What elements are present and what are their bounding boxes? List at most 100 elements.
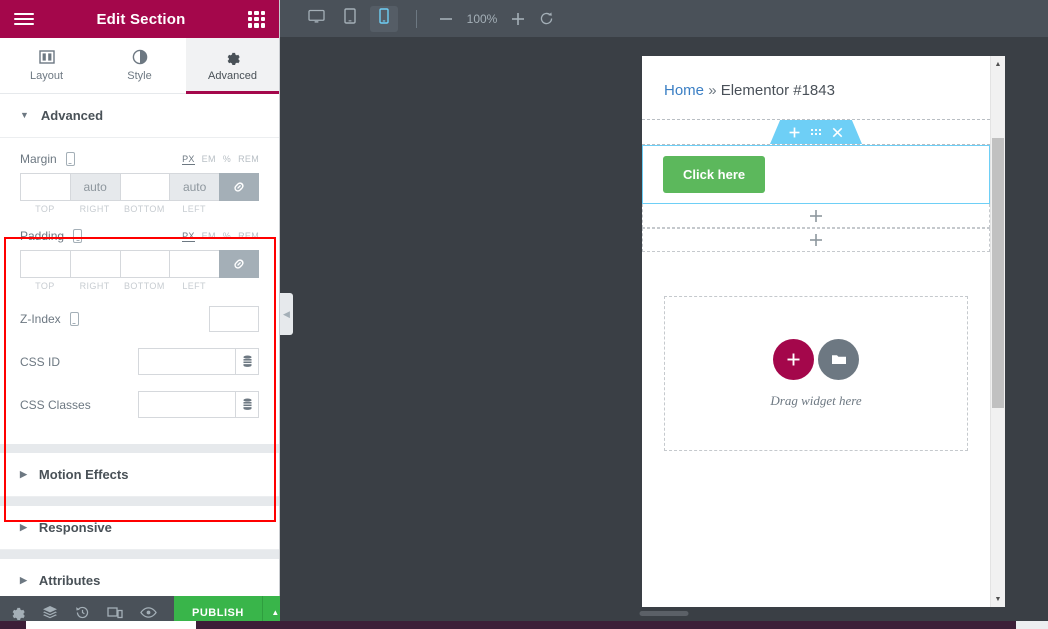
padding-link-icon[interactable]: [219, 250, 259, 278]
selected-section[interactable]: Click here: [642, 145, 990, 204]
drop-zone[interactable]: Drag widget here: [664, 296, 968, 451]
button-widget[interactable]: Click here: [663, 156, 765, 193]
scroll-up-arrow-icon[interactable]: ▲: [991, 56, 1005, 72]
responsive-mode-icon[interactable]: [107, 606, 123, 620]
padding-side-labels: TOP RIGHT BOTTOM LEFT: [20, 281, 259, 291]
padding-right-input[interactable]: [70, 250, 120, 278]
tab-advanced[interactable]: Advanced: [186, 38, 279, 93]
elementor-editor: Edit Section Layout: [0, 0, 1048, 629]
device-tablet-button[interactable]: [336, 6, 364, 32]
hamburger-menu-icon[interactable]: [14, 13, 34, 25]
z-index-input[interactable]: [209, 306, 259, 332]
unit-px[interactable]: PX: [182, 154, 195, 165]
add-section-strip-2[interactable]: [642, 228, 990, 252]
tab-style-label: Style: [127, 70, 151, 82]
control-z-index-label: Z-Index: [20, 312, 61, 326]
scrollbar-track[interactable]: [991, 72, 1005, 591]
margin-unit-switcher: PX EM % REM: [182, 154, 259, 165]
horizontal-scrollbar[interactable]: [640, 611, 689, 616]
margin-link-icon[interactable]: [219, 173, 259, 201]
margin-left-input[interactable]: [169, 173, 219, 201]
padding-left-input[interactable]: [169, 250, 219, 278]
plus-circle-icon[interactable]: [773, 339, 814, 380]
device-desktop-button[interactable]: [302, 6, 330, 32]
page-scrollbar[interactable]: ▲ ▼: [990, 56, 1005, 607]
section-attributes-label: Attributes: [39, 573, 100, 588]
preview-area: 100% Home » Elem: [280, 0, 1048, 629]
control-padding-label: Padding: [20, 229, 64, 243]
section-attributes[interactable]: ▶ Attributes: [0, 559, 279, 596]
padding-bottom-input[interactable]: [120, 250, 170, 278]
database-icon[interactable]: [235, 391, 259, 418]
padding-unit-switcher: PX EM % REM: [182, 231, 259, 242]
label-bottom: BOTTOM: [120, 204, 170, 214]
toolbar-divider: [416, 10, 417, 28]
zoom-out-button[interactable]: [435, 8, 457, 30]
margin-top-input[interactable]: [20, 173, 70, 201]
settings-gear-icon[interactable]: [10, 605, 25, 620]
grid-apps-icon[interactable]: [248, 11, 265, 28]
tab-layout[interactable]: Layout: [0, 38, 93, 93]
control-margin-label: Margin: [20, 152, 57, 166]
unit-percent[interactable]: %: [223, 231, 231, 241]
unit-rem[interactable]: REM: [238, 154, 259, 164]
margin-side-labels: TOP RIGHT BOTTOM LEFT: [20, 204, 259, 214]
section-container: Click here: [642, 119, 990, 252]
label-bottom: BOTTOM: [120, 281, 170, 291]
zoom-level-value: 100%: [463, 12, 501, 26]
section-responsive[interactable]: ▶ Responsive: [0, 506, 279, 550]
os-taskbar-strip: [0, 621, 1048, 629]
zoom-reset-button[interactable]: [535, 8, 557, 30]
section-divider: [0, 444, 279, 453]
section-motion-effects[interactable]: ▶ Motion Effects: [0, 453, 279, 497]
panel-title: Edit Section: [34, 11, 248, 28]
unit-em[interactable]: EM: [202, 154, 216, 164]
close-x-icon[interactable]: [832, 127, 843, 138]
unit-percent[interactable]: %: [223, 154, 231, 164]
navigator-layers-icon[interactable]: [42, 605, 58, 620]
css-classes-input[interactable]: [138, 391, 235, 418]
mobile-icon[interactable]: [73, 229, 82, 243]
chevron-left-icon: ◀: [283, 309, 290, 320]
history-icon[interactable]: [75, 605, 90, 620]
control-margin: Margin PX EM % REM: [20, 152, 259, 214]
folder-circle-icon[interactable]: [818, 339, 859, 380]
padding-top-input[interactable]: [20, 250, 70, 278]
label-right: RIGHT: [70, 204, 120, 214]
drop-zone-label: Drag widget here: [770, 393, 861, 409]
preview-toolbar: 100%: [280, 0, 1048, 38]
database-icon[interactable]: [235, 348, 259, 375]
tab-style[interactable]: Style: [93, 38, 186, 93]
zoom-in-button[interactable]: [507, 8, 529, 30]
add-section-strip-1[interactable]: [642, 204, 990, 228]
scroll-down-arrow-icon[interactable]: ▼: [991, 591, 1005, 607]
margin-right-input[interactable]: [70, 173, 120, 201]
section-divider: [0, 497, 279, 506]
section-advanced[interactable]: ▼ Advanced: [0, 94, 279, 138]
section-advanced-label: Advanced: [41, 108, 103, 123]
scrollbar-thumb[interactable]: [992, 138, 1004, 408]
mobile-icon[interactable]: [70, 312, 79, 326]
breadcrumb-current: Elementor #1843: [721, 82, 835, 99]
add-section-icon[interactable]: [789, 127, 800, 138]
control-css-classes-label: CSS Classes: [20, 398, 91, 412]
unit-rem[interactable]: REM: [238, 231, 259, 241]
control-padding: Padding PX EM % REM: [20, 229, 259, 291]
drag-dots-icon[interactable]: [811, 129, 821, 135]
unit-px[interactable]: PX: [182, 231, 195, 242]
breadcrumb-home-link[interactable]: Home: [664, 82, 704, 99]
panel-collapse-handle[interactable]: ◀: [280, 293, 293, 335]
section-top-guide: [642, 119, 990, 145]
panel-header: Edit Section: [0, 0, 279, 38]
section-toolbar[interactable]: [770, 120, 862, 144]
mobile-icon[interactable]: [66, 152, 75, 166]
control-z-index: Z-Index: [20, 306, 259, 332]
preview-eye-icon[interactable]: [140, 606, 157, 619]
control-css-classes: CSS Classes: [20, 391, 259, 418]
device-mobile-button[interactable]: [370, 6, 398, 32]
gear-icon: [225, 50, 240, 65]
css-id-input[interactable]: [138, 348, 235, 375]
label-right: RIGHT: [70, 281, 120, 291]
unit-em[interactable]: EM: [202, 231, 216, 241]
margin-bottom-input[interactable]: [120, 173, 170, 201]
